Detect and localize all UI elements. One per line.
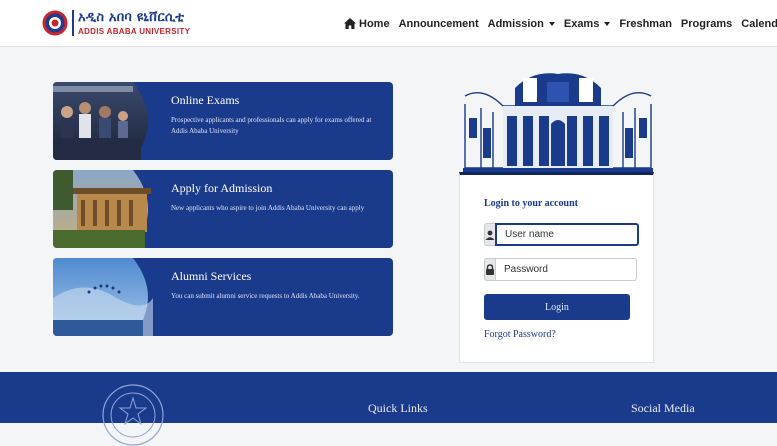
login-button[interactable]: Login — [484, 294, 630, 320]
card-online-exams[interactable]: Online Exams Prospective applicants and … — [53, 82, 393, 160]
nav-admission[interactable]: Admission — [488, 18, 555, 30]
nav-calendar[interactable]: Calendar — [741, 18, 777, 30]
brand-name-amharic: አዲስ አበባ ዩኒቨርሲቲ — [78, 10, 185, 25]
chevron-down-icon — [548, 21, 555, 26]
admission-building-photo — [53, 170, 151, 248]
nav-exams[interactable]: Exams — [563, 17, 611, 30]
nav-exams-label: Exams — [563, 17, 600, 30]
online-exams-photo — [53, 82, 148, 160]
card-title: Online Exams — [171, 93, 240, 107]
home-icon — [344, 18, 356, 29]
nav-home[interactable]: Home — [344, 18, 390, 30]
card-title: Alumni Services — [171, 269, 252, 283]
card-description: New applicants who aspire to join Addis … — [171, 204, 365, 212]
nav-programs[interactable]: Programs — [681, 18, 732, 30]
brand-name-english: ADDIS ABABA UNIVERSITY — [78, 27, 191, 36]
university-seal-icon — [102, 384, 164, 446]
card-description: Prospective applicants and professionals… — [171, 116, 372, 135]
username-field — [484, 223, 639, 246]
password-field — [484, 258, 637, 281]
main-nav: Home Announcement Admission Exams Freshm… — [344, 0, 777, 47]
login-title: Login to your account — [484, 198, 578, 209]
user-icon — [484, 223, 495, 246]
chevron-down-icon — [604, 21, 611, 26]
card-alumni-services[interactable]: Alumni Services You can submit alumni se… — [53, 258, 393, 336]
university-seal-icon — [42, 10, 68, 36]
nav-admission-label: Admission — [487, 17, 544, 30]
card-description: You can submit alumni service requests t… — [171, 292, 360, 300]
card-apply-admission[interactable]: Apply for Admission New applicants who a… — [53, 170, 393, 248]
lock-icon — [484, 258, 495, 281]
nav-announcement[interactable]: Announcement — [399, 18, 479, 30]
footer-quick-links-heading: Quick Links — [368, 401, 428, 415]
logo-divider — [72, 10, 74, 36]
university-logo[interactable]: አዲስ አበባ ዩኒቨርሲቲ ADDIS ABABA UNIVERSITY — [42, 8, 192, 40]
nav-home-label: Home — [359, 17, 390, 30]
username-input[interactable] — [495, 223, 639, 246]
university-building-illustration — [463, 73, 653, 172]
nav-freshman[interactable]: Freshman — [619, 18, 672, 30]
login-panel: Login to your account Login Forgot Passw… — [459, 172, 654, 363]
alumni-photo — [53, 258, 153, 336]
footer: Quick Links Social Media — [0, 372, 777, 446]
password-input[interactable] — [495, 258, 637, 281]
top-navbar: አዲስ አበባ ዩኒቨርሲቲ ADDIS ABABA UNIVERSITY Ho… — [0, 0, 777, 47]
forgot-password-link[interactable]: Forgot Password? — [484, 329, 556, 340]
footer-social-media-heading: Social Media — [631, 401, 695, 415]
card-title: Apply for Admission — [171, 181, 273, 195]
